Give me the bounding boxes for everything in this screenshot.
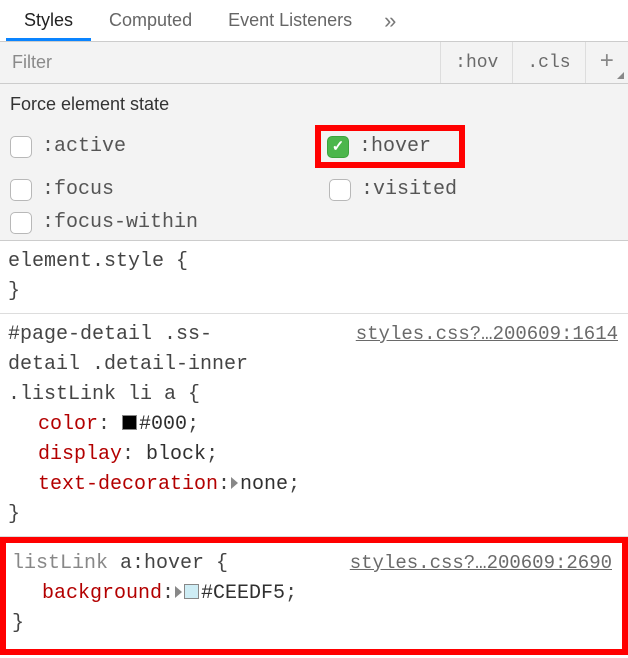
semicolon: ;: [288, 473, 300, 496]
highlight-box: ✓ :hover: [315, 125, 465, 168]
selector: #page-detail .ss-detail .detail-inner .l…: [8, 323, 248, 406]
filter-input-wrap: [0, 42, 440, 83]
open-brace: {: [164, 250, 188, 273]
property: display: [38, 443, 122, 466]
hov-toggle-button[interactable]: :hov: [440, 42, 512, 83]
value: #CEEDF5: [201, 582, 285, 605]
state-focus[interactable]: :focus: [10, 178, 315, 201]
devtools-styles-panel: Styles Computed Event Listeners » :hov .…: [0, 0, 628, 655]
semicolon: ;: [285, 582, 297, 605]
close-brace: }: [12, 609, 612, 639]
color-swatch-icon[interactable]: [122, 415, 137, 430]
declaration-color[interactable]: color: #000;: [8, 410, 618, 440]
state-hover[interactable]: ✓ :hover: [315, 125, 620, 168]
checkbox-focus-within[interactable]: [10, 212, 32, 234]
highlight-box: styles.css?…200609:2690 listLink a:hover…: [0, 537, 628, 655]
state-active[interactable]: :active: [10, 125, 315, 168]
style-rules: element.style { } styles.css?…200609:161…: [0, 241, 628, 655]
force-state-title: Force element state: [10, 94, 620, 115]
colon: :: [218, 473, 230, 496]
checkbox-visited[interactable]: [329, 179, 351, 201]
semicolon: ;: [206, 443, 218, 466]
new-style-rule-button[interactable]: +: [585, 42, 628, 83]
state-label: :hover: [359, 135, 431, 158]
state-focus-within[interactable]: :focus-within: [10, 211, 315, 234]
checkbox-active[interactable]: [10, 136, 32, 158]
expand-icon[interactable]: [175, 586, 182, 598]
selector-prefix: listLink: [12, 552, 120, 575]
colon: :: [162, 582, 174, 605]
state-visited[interactable]: :visited: [315, 178, 620, 201]
open-brace: {: [204, 552, 228, 575]
rule-listlink-a[interactable]: styles.css?…200609:1614 #page-detail .ss…: [0, 314, 628, 537]
selector: element.style: [8, 250, 164, 273]
cls-toggle-button[interactable]: .cls: [512, 42, 584, 83]
declaration-background[interactable]: background: #CEEDF5;: [12, 579, 612, 609]
expand-icon[interactable]: [231, 477, 238, 489]
checkbox-focus[interactable]: [10, 179, 32, 201]
close-brace: }: [8, 500, 618, 530]
force-element-state-panel: Force element state :active ✓ :hover :fo…: [0, 84, 628, 241]
tab-styles[interactable]: Styles: [6, 0, 91, 41]
source-link[interactable]: styles.css?…200609:1614: [356, 320, 618, 349]
declaration-display[interactable]: display: block;: [8, 440, 618, 470]
state-label: :focus: [42, 178, 114, 201]
panel-tabs: Styles Computed Event Listeners »: [0, 0, 628, 42]
filter-toolbar: :hov .cls +: [0, 42, 628, 84]
value: block: [146, 443, 206, 466]
selector: a:hover: [120, 552, 204, 575]
state-label: :focus-within: [42, 211, 198, 234]
property: background: [42, 582, 162, 605]
open-brace: {: [176, 383, 200, 406]
source-link[interactable]: styles.css?…200609:2690: [350, 549, 612, 578]
close-brace: }: [8, 277, 618, 307]
tab-computed[interactable]: Computed: [91, 0, 210, 41]
property: color: [38, 413, 98, 436]
rule-listlink-hover[interactable]: styles.css?…200609:2690 listLink a:hover…: [6, 543, 622, 649]
filter-input[interactable]: [10, 51, 440, 74]
value: #000: [139, 413, 187, 436]
tabs-overflow-icon[interactable]: »: [370, 8, 412, 34]
force-state-grid: :active ✓ :hover :focus :visited :focus-…: [10, 125, 620, 234]
declaration-text-decoration[interactable]: text-decoration: none;: [8, 470, 618, 500]
checkbox-hover[interactable]: ✓: [327, 136, 349, 158]
colon: :: [98, 413, 110, 436]
value: none: [240, 473, 288, 496]
property: text-decoration: [38, 473, 218, 496]
color-swatch-icon[interactable]: [184, 584, 199, 599]
state-label: :active: [42, 135, 126, 158]
semicolon: ;: [187, 413, 199, 436]
state-label: :visited: [361, 178, 457, 201]
tab-event-listeners[interactable]: Event Listeners: [210, 0, 370, 41]
rule-element-style[interactable]: element.style { }: [0, 241, 628, 314]
colon: :: [122, 443, 134, 466]
